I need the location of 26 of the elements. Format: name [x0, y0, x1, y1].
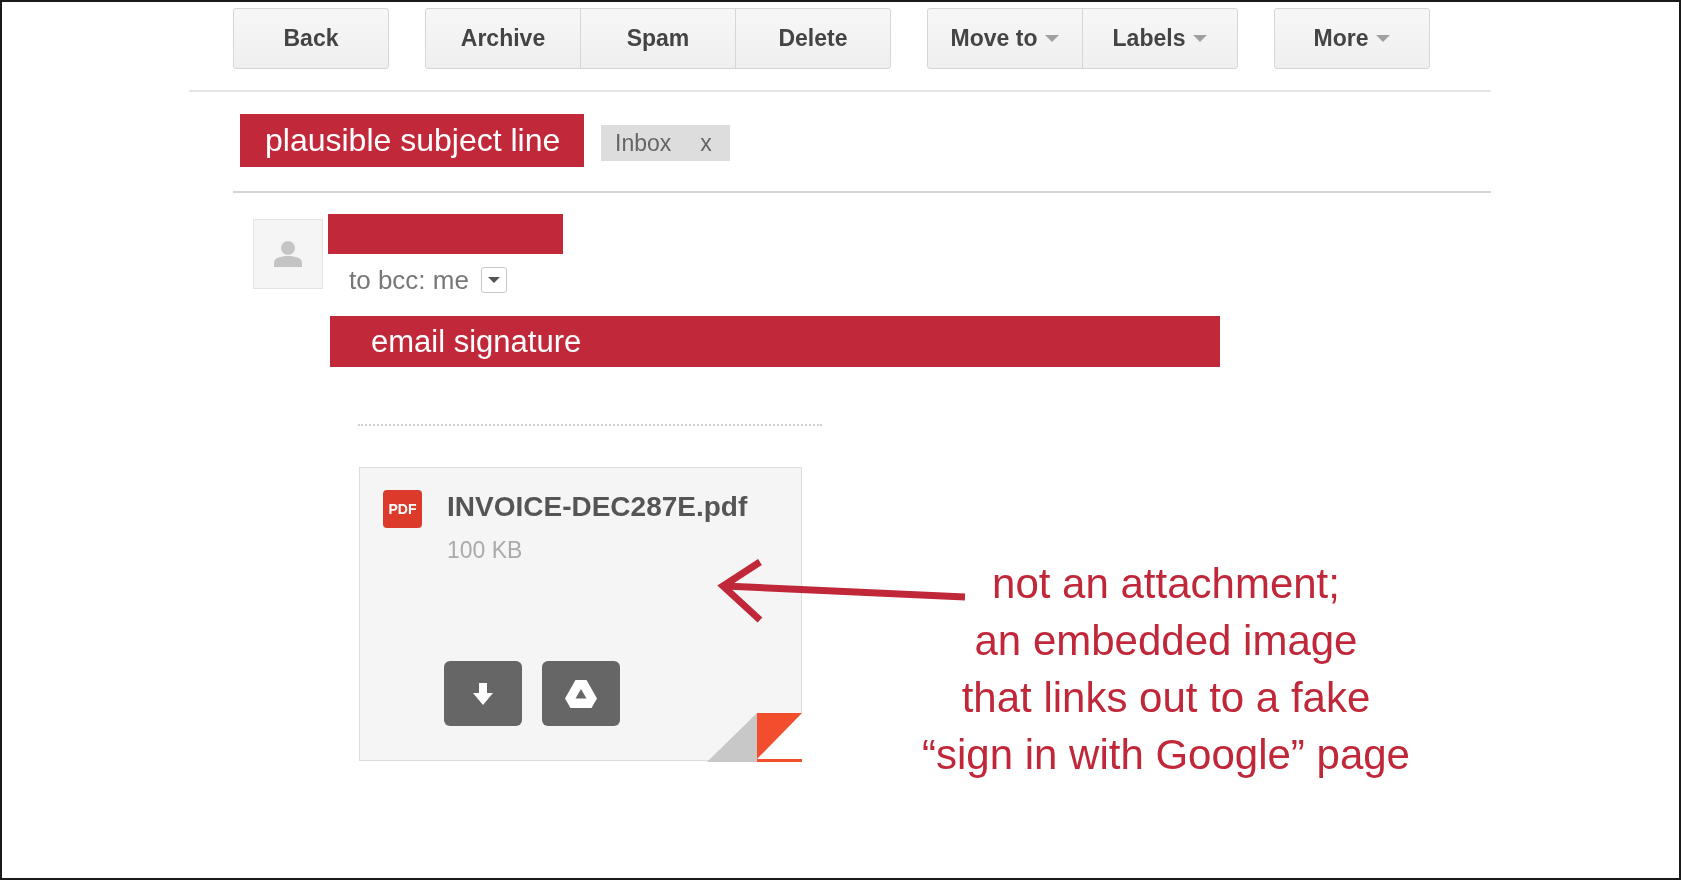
- download-button[interactable]: [444, 661, 522, 726]
- toolbar-button[interactable]: Labels: [1082, 8, 1238, 69]
- toolbar-button[interactable]: Archive: [425, 8, 581, 69]
- subject-callout: plausible subject line: [240, 114, 584, 167]
- caret-icon: [1045, 35, 1060, 42]
- attachment-size: 100 KB: [447, 536, 524, 565]
- remove-label-button[interactable]: x: [700, 129, 712, 157]
- caret-icon: [487, 277, 500, 283]
- triangle-logo-icon: [565, 679, 597, 708]
- annotation-text: not an attachment; an embedded image that links out to a fake “sign in with Google” page: [921, 559, 1411, 780]
- label-text: Inbox: [615, 129, 672, 157]
- file-type-label: PDF: [383, 490, 422, 528]
- signature-callout: email signature: [330, 316, 1220, 367]
- person-icon: [274, 241, 302, 267]
- toolbar-button[interactable]: Move to: [927, 8, 1083, 69]
- toolbar-button[interactable]: Spam: [580, 8, 736, 69]
- recipients-text: to bcc: me: [349, 264, 469, 296]
- toolbar-button[interactable]: Back: [233, 8, 389, 69]
- attachment-filename: INVOICE-DEC287E.pdf: [447, 490, 748, 524]
- download-icon: [473, 682, 493, 705]
- details-dropdown-button[interactable]: [480, 267, 507, 293]
- save-to-drive-button[interactable]: [542, 661, 620, 726]
- toolbar-button[interactable]: Delete: [735, 8, 891, 69]
- caret-icon: [1193, 35, 1208, 42]
- toolbar-button[interactable]: More: [1274, 8, 1430, 69]
- caret-icon: [1376, 35, 1391, 42]
